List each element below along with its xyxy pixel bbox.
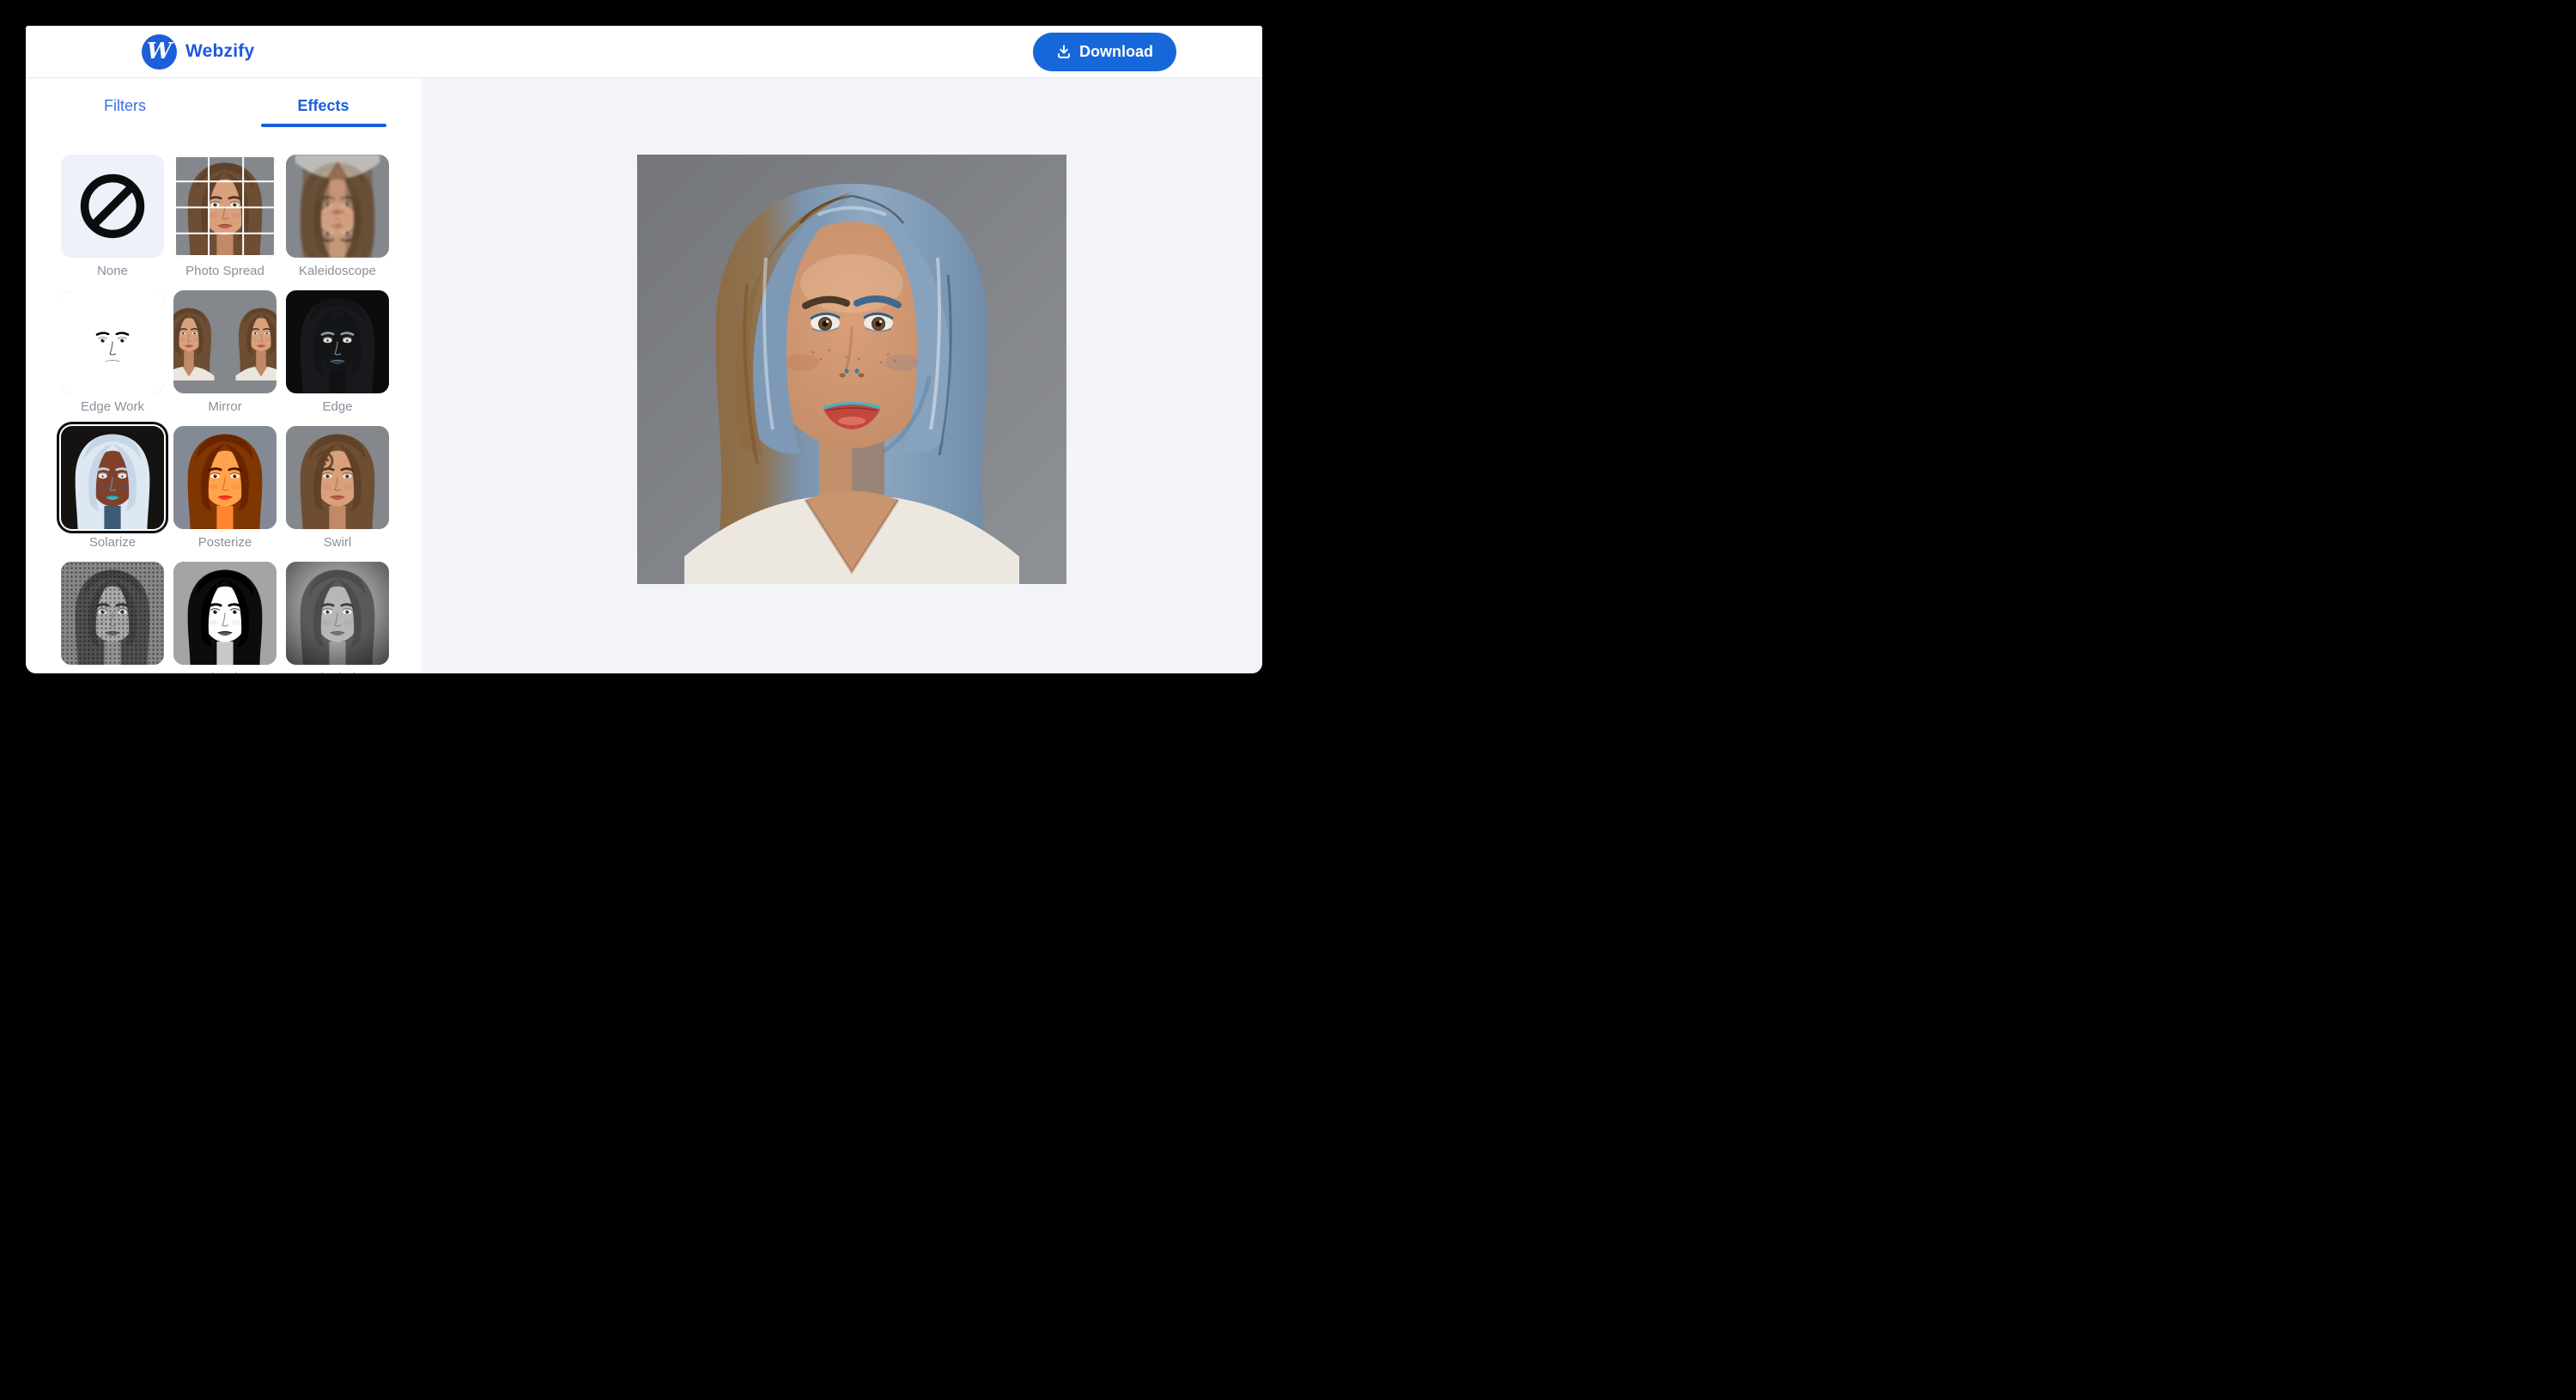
screen-frame: W Webzify Download Filters Effects None … xyxy=(0,0,1288,700)
effect-cell-kaleidoscope: Kaleidoscope xyxy=(286,154,389,278)
effect-label: Pinehole xyxy=(286,671,389,674)
tab-active-underline xyxy=(260,124,386,127)
effect-tile-edge[interactable] xyxy=(286,289,389,393)
effect-tile-sin-city[interactable] xyxy=(173,561,276,665)
effect-label: Edge Work xyxy=(81,399,144,414)
effect-tile-swirl[interactable] xyxy=(286,425,389,529)
effect-label: Swirl xyxy=(323,534,352,550)
app-window: W Webzify Download Filters Effects None … xyxy=(26,26,1262,673)
preview-image-solarized-portrait xyxy=(637,155,1066,584)
download-button[interactable]: Download xyxy=(1033,32,1176,71)
prohibition-icon xyxy=(80,173,145,238)
effect-label: Posterize xyxy=(197,534,252,550)
tab-bar: Filters Effects xyxy=(26,90,422,127)
header: W Webzify Download xyxy=(26,26,1262,78)
effect-label: Kaleidoscope xyxy=(298,263,377,278)
effect-tile-posterize[interactable] xyxy=(173,425,276,529)
sidebar: Filters Effects None Photo Spread Kaleid… xyxy=(26,78,423,673)
download-label: Download xyxy=(1079,42,1153,60)
effect-cell-none: None xyxy=(61,154,164,278)
effect-tile-pinehole[interactable] xyxy=(286,561,389,665)
effect-cell-photo-spread: Photo Spread xyxy=(173,154,276,278)
effect-tile-solarize-selected[interactable] xyxy=(57,421,168,533)
brand-name: Webzify xyxy=(185,41,255,61)
tab-filters[interactable]: Filters xyxy=(26,90,224,127)
effect-thumbnail-art xyxy=(61,562,164,665)
effect-thumbnail-art xyxy=(173,155,276,258)
tab-underline xyxy=(63,124,188,127)
effect-thumbnail-art xyxy=(61,426,164,529)
effect-thumbnail-art xyxy=(286,562,389,665)
effect-thumbnail-art xyxy=(173,562,276,665)
effect-thumbnail-art xyxy=(173,426,276,529)
effect-label: Photo Spread xyxy=(185,263,264,278)
effect-cell-posterize: Posterize xyxy=(173,425,276,550)
effect-cell-pinehole: Pinehole xyxy=(286,561,389,674)
effect-cell-mirror: Mirror xyxy=(173,289,276,414)
effects-grid: None Photo Spread Kaleidoscope Edge Work… xyxy=(57,154,389,674)
download-icon xyxy=(1058,45,1070,58)
webzify-logo[interactable]: W Webzify xyxy=(142,33,255,70)
effect-cell-edge-work: Edge Work xyxy=(61,289,164,414)
effect-thumbnail-art xyxy=(286,290,389,393)
effect-label: Dot Screen xyxy=(61,671,164,674)
effect-tile-mirror[interactable] xyxy=(173,289,276,393)
effect-thumbnail-art xyxy=(61,290,164,393)
effect-label: None xyxy=(97,263,128,278)
effect-tile-photo-spread[interactable] xyxy=(173,154,276,258)
effect-cell-swirl: Swirl xyxy=(286,425,389,550)
effect-label: Edge xyxy=(322,399,353,414)
effect-tile-kaleidoscope[interactable] xyxy=(286,154,389,258)
effect-tile-edge-work[interactable] xyxy=(61,289,164,393)
webzify-w-logo-icon: W xyxy=(142,33,177,70)
effect-cell-solarize: Solarize xyxy=(57,421,168,550)
effect-cell-sin-city: Sin City xyxy=(173,561,276,674)
effect-thumbnail-art xyxy=(286,426,389,529)
effect-tile-none[interactable] xyxy=(61,154,164,258)
effect-label: Solarize xyxy=(88,534,137,550)
preview-pane xyxy=(424,78,1262,673)
tab-effects[interactable]: Effects xyxy=(224,90,422,127)
effect-thumbnail-art xyxy=(173,290,276,393)
effect-cell-dot-screen: Dot Screen xyxy=(61,561,164,674)
effect-tile-dot-screen[interactable] xyxy=(61,561,164,665)
effect-label: Mirror xyxy=(208,399,242,414)
effect-thumbnail-art xyxy=(286,155,389,258)
effect-label: Sin City xyxy=(173,671,276,674)
effect-cell-edge: Edge xyxy=(286,289,389,414)
